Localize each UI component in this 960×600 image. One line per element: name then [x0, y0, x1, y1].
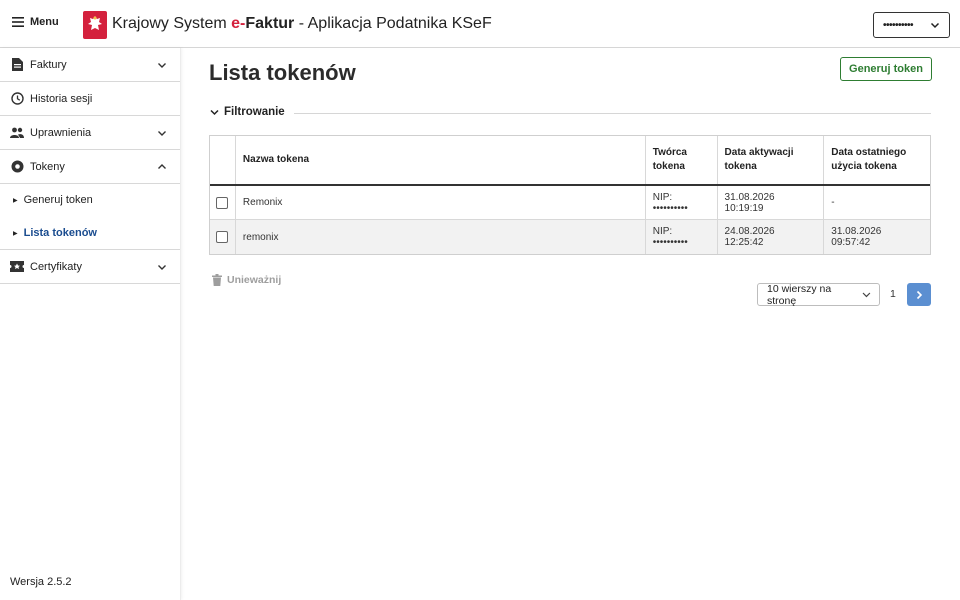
- sidebar-item-label: Certyfikaty: [30, 260, 82, 273]
- table-header-row: Nazwa tokena Twórca tokena Data aktywacji…: [210, 136, 930, 186]
- chevron-down-icon: [930, 22, 940, 29]
- header-token-creator[interactable]: Twórca tokena: [646, 136, 718, 184]
- header-last-used-date[interactable]: Data ostatniego użycia tokena: [824, 136, 930, 184]
- app-title-prefix: Krajowy System: [112, 15, 232, 32]
- row-select-cell: [210, 220, 236, 254]
- poland-emblem-logo: [83, 11, 107, 39]
- activation-date-cell: 31.08.2026 10:19:19: [718, 186, 825, 219]
- last-used-date-cell: -: [831, 197, 835, 208]
- row-select-cell: [210, 186, 236, 219]
- chevron-down-icon: [158, 265, 166, 270]
- certificate-icon: [10, 260, 24, 274]
- app-title-bold: Faktur: [245, 15, 295, 32]
- sidebar-item-tokeny[interactable]: Tokeny: [0, 150, 180, 184]
- last-used-date-cell: 31.08.2026 09:57:42: [831, 226, 882, 248]
- next-page-button[interactable]: [907, 283, 931, 306]
- people-icon: [10, 126, 24, 140]
- filter-toggle[interactable]: Filtrowanie: [210, 106, 285, 118]
- menu-label: Menu: [30, 16, 59, 28]
- user-account-button[interactable]: ••••••••••: [873, 12, 950, 38]
- token-name-cell: remonix: [236, 220, 646, 254]
- current-page-number: 1: [890, 288, 896, 300]
- user-masked-id: ••••••••••: [883, 19, 914, 31]
- header-token-name[interactable]: Nazwa tokena: [236, 136, 646, 184]
- app-version: Wersja 2.5.2: [10, 576, 72, 588]
- token-icon: [10, 160, 24, 174]
- chevron-down-icon: [862, 292, 871, 298]
- token-creator-cell: NIP: ••••••••••: [646, 186, 718, 219]
- sidebar-subitem-generuj-token[interactable]: ▶ Generuj token: [0, 184, 180, 217]
- row-checkbox[interactable]: [216, 231, 229, 243]
- table-row[interactable]: Remonix NIP: •••••••••• 31.08.2026 10:19…: [210, 186, 930, 220]
- bullet-triangle-icon: ▶: [13, 230, 18, 237]
- chevron-down-icon: [158, 63, 166, 68]
- filter-divider: [294, 113, 931, 114]
- page-title: Lista tokenów: [209, 60, 356, 85]
- sidebar-item-label: Faktury: [30, 58, 67, 71]
- sidebar-item-label: Historia sesji: [30, 92, 93, 105]
- sidebar-item-faktury[interactable]: Faktury: [0, 48, 180, 82]
- token-name-cell: Remonix: [236, 186, 646, 219]
- bullet-triangle-icon: ▶: [13, 197, 18, 204]
- page-size-value: 10 wierszy na stronę: [767, 282, 832, 307]
- hamburger-icon: [12, 17, 24, 27]
- page-size-select[interactable]: 10 wierszy na stronę: [757, 282, 880, 307]
- header-select-cell: [210, 136, 236, 184]
- clock-icon: [10, 92, 24, 106]
- sidebar-subitem-lista-tokenow[interactable]: ▶ Lista tokenów: [0, 217, 180, 250]
- chevron-right-icon: [916, 290, 923, 299]
- header-activation-date[interactable]: Data aktywacji tokena: [718, 136, 825, 184]
- revoke-label: Unieważnij: [227, 274, 282, 286]
- filter-label: Filtrowanie: [224, 106, 285, 118]
- revoke-button[interactable]: Unieważnij: [212, 274, 281, 286]
- app-title-e: e-: [231, 15, 246, 32]
- document-icon: [10, 58, 24, 72]
- chevron-down-icon: [158, 131, 166, 136]
- sidebar-subitem-label: Lista tokenów: [23, 227, 97, 239]
- sidebar: Faktury Historia sesji Uprawnienia Token…: [0, 48, 181, 600]
- sidebar-item-certyfikaty[interactable]: Certyfikaty: [0, 250, 180, 284]
- chevron-up-icon: [158, 164, 166, 169]
- row-checkbox[interactable]: [216, 196, 229, 209]
- menu-button[interactable]: Menu: [12, 16, 59, 28]
- sidebar-item-uprawnienia[interactable]: Uprawnienia: [0, 116, 180, 150]
- activation-date-cell: 24.08.2026 12:25:42: [718, 220, 825, 254]
- tokens-table: Nazwa tokena Twórca tokena Data aktywacji…: [209, 135, 931, 255]
- trash-icon: [212, 274, 222, 286]
- sidebar-item-historia-sesji[interactable]: Historia sesji: [0, 82, 180, 116]
- sidebar-subitem-label: Generuj token: [23, 194, 93, 206]
- app-title-suffix: - Aplikacja Podatnika KSeF: [294, 15, 492, 32]
- top-header: Menu Krajowy System e-Faktur - Aplikacja…: [0, 0, 960, 48]
- app-title: Krajowy System e-Faktur - Aplikacja Poda…: [112, 15, 492, 33]
- chevron-down-icon: [210, 109, 219, 115]
- sidebar-item-label: Tokeny: [30, 160, 65, 173]
- sidebar-item-label: Uprawnienia: [30, 126, 92, 139]
- generate-token-button[interactable]: Generuj token: [840, 57, 932, 81]
- table-row[interactable]: remonix NIP: •••••••••• 24.08.2026 12:25…: [210, 220, 930, 254]
- token-creator-cell: NIP: ••••••••••: [646, 220, 718, 254]
